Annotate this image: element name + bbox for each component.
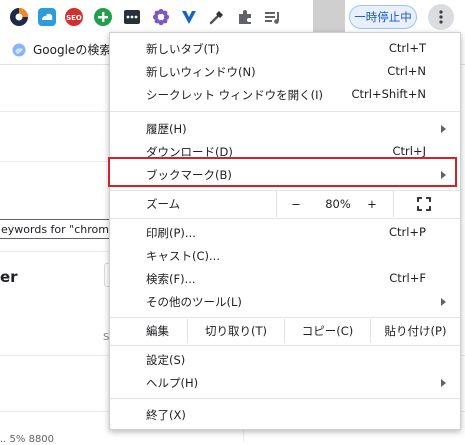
menu-item-settings[interactable]: 設定(S) [110,348,460,371]
cloud-icon[interactable] [36,6,58,28]
menu-item-find[interactable]: 検索(F)... Ctrl+F [110,267,460,290]
menu-separator [110,345,460,346]
menu-item-shortcut: Ctrl+F [389,271,426,285]
row-divider [0,251,110,252]
menu-kebab-icon[interactable] [428,4,454,30]
row-divider [0,161,110,162]
menu-separator [110,190,460,191]
menu-item-label: 検索(F)... [146,272,196,286]
puzzle-icon[interactable] [234,6,256,28]
menu-item-exit[interactable]: 終了(X) [110,403,460,426]
page-bottom-row: .. 5% 8800 [0,434,55,445]
menu-item-label: その他のツール(L) [146,295,242,309]
bookmarks-highlight-box [108,157,457,187]
paste-button[interactable]: 貼り付け(P) [371,320,460,342]
y-shield-icon[interactable] [178,6,200,28]
submenu-arrow-icon [441,125,446,133]
chrome-main-menu: 新しいタブ(T) Ctrl+T 新しいウィンドウ(N) Ctrl+N シークレッ… [108,32,461,430]
page-heading-fragment: er [0,268,18,286]
menu-item-print[interactable]: 印刷(P)... Ctrl+P [110,221,460,244]
menu-item-label: 新しいタブ(T) [146,42,220,56]
menu-separator [110,317,460,318]
menu-item-help[interactable]: ヘルプ(H) [110,371,460,394]
playlist-icon[interactable] [262,6,284,28]
submenu-arrow-icon [441,379,446,387]
toolbar-spacer [313,0,345,36]
circle-logo-icon[interactable] [8,6,30,28]
browser-toolbar: SEO 一時停止中 [0,0,465,36]
zoom-in-button[interactable]: + [360,193,384,215]
keywords-box[interactable]: eywords for "chrome お [0,219,110,239]
zoom-level: 80% [325,197,351,211]
menu-item-shortcut: Ctrl+Shift+N [351,87,426,101]
menu-item-new-tab[interactable]: 新しいタブ(T) Ctrl+T [110,37,460,60]
menu-item-shortcut: Ctrl+T [388,41,426,55]
paused-label: 一時停止中 [354,10,412,24]
menu-item-shortcut: Ctrl+J [392,144,427,158]
zoom-out-button[interactable]: − [276,193,316,215]
cut-button[interactable]: 切り取り(T) [188,320,284,342]
menu-item-label: 印刷(P)... [146,226,196,240]
menu-item-shortcut: Ctrl+N [387,64,426,78]
menu-item-incognito[interactable]: シークレット ウィンドウを開く(I) Ctrl+Shift+N [110,83,460,106]
copy-button[interactable]: コピー(C) [285,320,370,342]
seo-icon[interactable]: SEO [63,6,85,28]
fullscreen-icon[interactable] [406,193,442,215]
flower-icon[interactable] [150,6,172,28]
menu-item-new-window[interactable]: 新しいウィンドウ(N) Ctrl+N [110,60,460,83]
bookmark-google-search[interactable]: Googleの検索 [12,41,111,58]
row-divider [0,111,110,112]
menu-item-shortcut: Ctrl+P [388,225,426,239]
menu-item-label: ヘルプ(H) [146,376,199,390]
eyedropper-icon[interactable] [206,6,228,28]
menu-separator [110,218,460,219]
menu-item-label: シークレット ウィンドウを開く(I) [146,88,324,102]
menu-item-label: 新しいウィンドウ(N) [146,65,256,79]
dots-box-icon[interactable] [121,6,143,28]
zoom-label: ズーム [146,197,181,211]
menu-item-history[interactable]: 履歴(H) [110,117,460,140]
menu-item-more-tools[interactable]: その他のツール(L) [110,290,460,313]
globe-icon [12,43,26,56]
menu-item-cast[interactable]: キャスト(C)... [110,244,460,267]
submenu-arrow-icon [441,298,446,306]
menu-item-label: 履歴(H) [146,122,187,136]
bookmark-label: Googleの検索 [33,43,112,57]
menu-separator [110,111,460,112]
paused-sync-button[interactable]: 一時停止中 [349,5,417,29]
menu-item-label: 終了(X) [146,408,186,422]
plus-circle-icon[interactable] [92,6,114,28]
edit-label: 編集 [146,324,169,338]
menu-item-label: 設定(S) [146,353,186,367]
zoom-divider [393,191,394,217]
menu-item-label: キャスト(C)... [146,249,220,263]
seo-icon-text: SEO [66,14,82,22]
menu-separator [110,398,460,399]
